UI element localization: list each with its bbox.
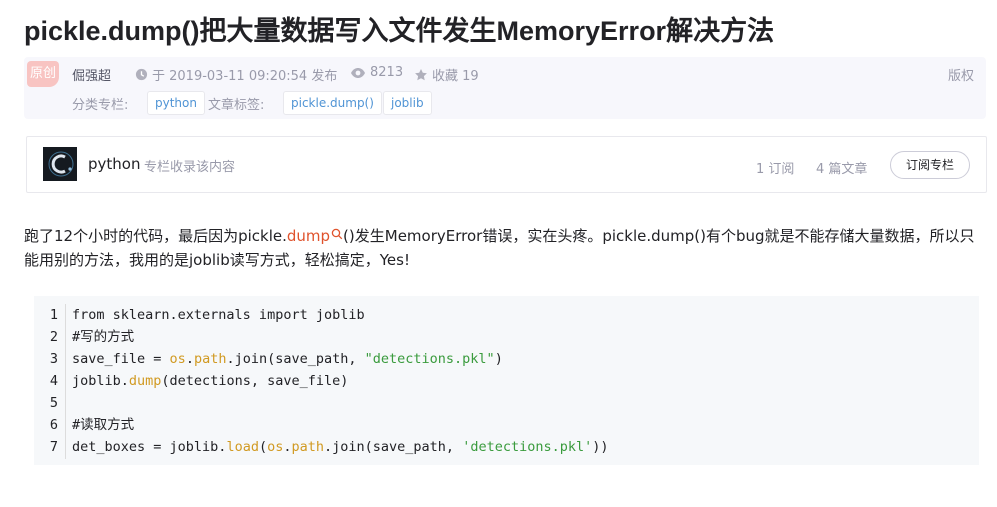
view-count: 8213 (350, 65, 403, 80)
clock-icon (135, 68, 148, 81)
subscribe-column-button[interactable]: 订阅专栏 (890, 151, 970, 179)
eye-icon (351, 67, 365, 78)
dump-search-link[interactable]: dump (287, 227, 343, 245)
publish-date-text: 于 2019-03-11 09:20:54 发布 (152, 69, 338, 84)
tags-label: 文章标签: (208, 98, 265, 113)
author-link[interactable]: 倔强超 (72, 65, 111, 84)
search-icon (331, 228, 343, 240)
code-text: joblib.dump(detections, save_file) (72, 373, 349, 389)
column-card: python 专栏收录该内容 1 订阅 4 篇文章 订阅专栏 (26, 136, 987, 193)
publish-date: 于 2019-03-11 09:20:54 发布 (135, 65, 337, 84)
code-comment: #读取方式 (72, 417, 135, 433)
article-meta: 原创 倔强超 于 2019-03-11 09:20:54 发布 8213 收藏 … (24, 57, 986, 119)
article-paragraph: 跑了12个小时的代码，最后因为pickle.dump ()发生MemoryErro… (24, 224, 986, 272)
line-number: 3 (49, 351, 58, 367)
line-number: 2 (49, 329, 58, 345)
column-article-count: 4 篇文章 (816, 162, 868, 177)
code-text: from sklearn.externals import joblib (72, 307, 365, 323)
code-line: 3 save_file = os.path.join(save_path, "d… (34, 348, 979, 370)
tag-joblib[interactable]: joblib (383, 91, 432, 115)
line-number: 7 (49, 439, 58, 455)
column-desc: 专栏收录该内容 (144, 160, 236, 175)
code-line: 5 (34, 392, 979, 414)
code-line: 6 #读取方式 (34, 414, 979, 436)
article-title: pickle.dump()把大量数据写入文件发生MemoryError解决方法 (24, 16, 775, 46)
column-name[interactable]: python (88, 155, 140, 173)
column-subscribers: 1 订阅 (756, 162, 795, 177)
code-line: 7 det_boxes = joblib.load(os.path.join(s… (34, 436, 979, 458)
favorite-count: 收藏 19 (432, 69, 479, 84)
category-label: 分类专栏: (72, 98, 129, 113)
code-line: 2 #写的方式 (34, 326, 979, 348)
copyright-link[interactable]: 版权 (948, 65, 974, 84)
code-block: 1 from sklearn.externals import joblib 2… (34, 296, 979, 465)
category-tag-python[interactable]: python (147, 91, 205, 115)
line-number: 6 (49, 417, 58, 433)
star-icon (415, 68, 427, 80)
code-text: save_file = os.path.join(save_path, "det… (72, 351, 503, 367)
line-number: 1 (49, 307, 58, 323)
view-count-value: 8213 (370, 65, 404, 80)
code-line: 1 from sklearn.externals import joblib (34, 304, 979, 326)
favorite-button[interactable]: 收藏 19 (414, 65, 479, 84)
code-line: 4 joblib.dump(detections, save_file) (34, 370, 979, 392)
dump-keyword: dump (286, 227, 331, 245)
tag-pickle-dump[interactable]: pickle.dump() (283, 91, 382, 115)
paragraph-text-1: 跑了12个小时的代码，最后因为pickle. (24, 227, 287, 245)
code-text: det_boxes = joblib.load(os.path.join(sav… (72, 439, 609, 455)
original-badge: 原创 (27, 61, 59, 87)
column-avatar[interactable] (43, 147, 77, 181)
line-number: 4 (49, 373, 58, 389)
line-number: 5 (49, 395, 58, 411)
code-comment: #写的方式 (72, 329, 135, 345)
